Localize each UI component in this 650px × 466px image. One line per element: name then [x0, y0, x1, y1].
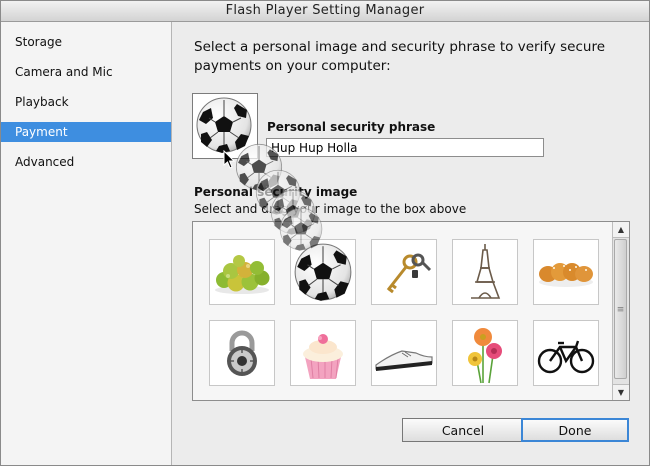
image-tile-keys[interactable] [371, 239, 437, 305]
cupcake-icon [303, 334, 343, 379]
image-label: Personal security image [194, 185, 358, 199]
image-tile-flowers[interactable] [452, 320, 518, 386]
soccer-ball-icon [196, 97, 252, 154]
security-phrase-input[interactable] [266, 138, 544, 157]
image-tile-bicycle[interactable] [533, 320, 599, 386]
payment-panel: Select a personal image and security phr… [172, 22, 649, 465]
selected-image-box[interactable] [192, 93, 258, 159]
image-tile-bread[interactable] [533, 239, 599, 305]
image-tile-padlock[interactable] [209, 320, 275, 386]
scroll-up-arrow-icon[interactable]: ▲ [613, 222, 629, 238]
sidebar: Storage Camera and Mic Playback Payment … [1, 22, 172, 465]
image-tile-shoe[interactable] [371, 320, 437, 386]
cancel-button[interactable]: Cancel [402, 418, 524, 442]
sidebar-item-playback[interactable]: Playback [1, 92, 171, 112]
apples-icon [215, 255, 270, 294]
padlock-icon [227, 330, 257, 376]
done-button[interactable]: Done [521, 418, 629, 442]
bicycle-icon [537, 340, 595, 374]
image-tile-eiffel-tower[interactable] [452, 239, 518, 305]
image-grid-scrollbar[interactable]: ▲ ≡ ▼ [612, 222, 629, 400]
sidebar-item-storage[interactable]: Storage [1, 32, 171, 52]
flowers-icon [468, 328, 502, 384]
image-tile-cupcake[interactable] [290, 320, 356, 386]
shoe-icon [375, 350, 433, 371]
sidebar-item-camera-and-mic[interactable]: Camera and Mic [1, 62, 171, 82]
soccer-ball-icon [294, 243, 352, 302]
intro-text: Select a personal image and security phr… [194, 39, 606, 74]
image-tile-soccer-ball[interactable] [290, 239, 356, 305]
scroll-down-arrow-icon[interactable]: ▼ [613, 384, 629, 400]
image-hint: Select and drag your image to the box ab… [194, 202, 467, 216]
scroll-thumb[interactable]: ≡ [614, 239, 627, 379]
window-title: Flash Player Setting Manager [1, 1, 649, 22]
image-grid: ▲ ≡ ▼ [192, 221, 630, 401]
sidebar-item-payment[interactable]: Payment [1, 122, 171, 142]
image-tile-apples[interactable] [209, 239, 275, 305]
eiffel-tower-icon [471, 244, 501, 299]
keys-icon [386, 253, 432, 294]
phrase-label: Personal security phrase [267, 120, 436, 134]
bread-icon [539, 263, 593, 287]
sidebar-item-advanced[interactable]: Advanced [1, 152, 171, 172]
settings-window: Flash Player Setting Manager Storage Cam… [0, 0, 650, 466]
